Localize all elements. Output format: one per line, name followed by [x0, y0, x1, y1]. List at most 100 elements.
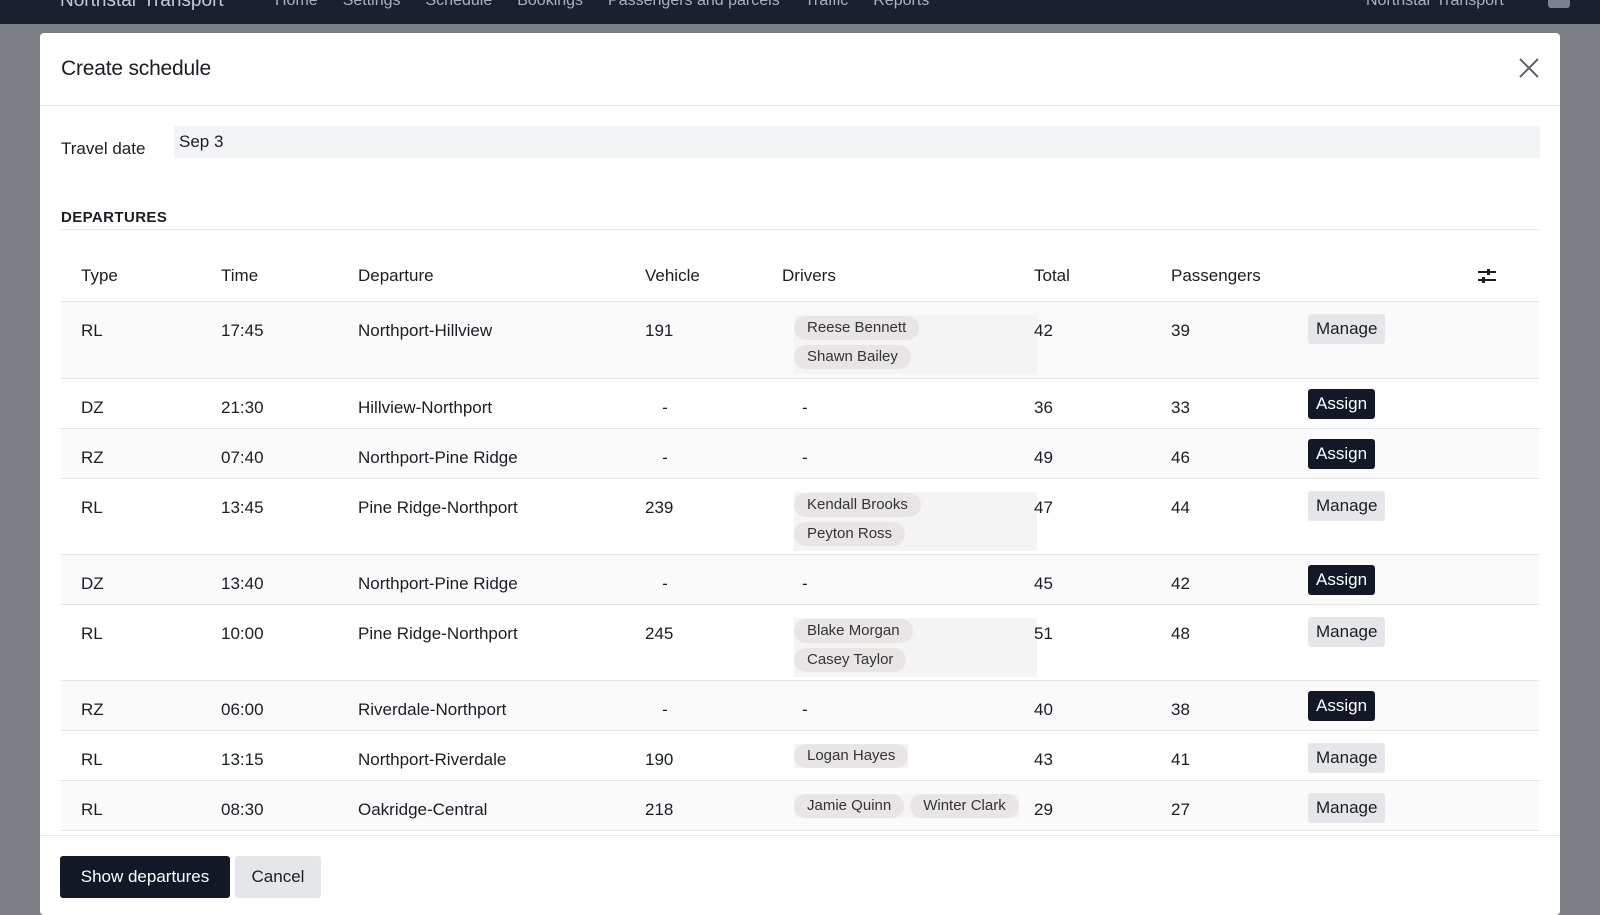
- table-row[interactable]: RZ 07:40 Northport-Pine Ridge - - 49 46 …: [61, 429, 1539, 479]
- cell-drivers: -: [802, 448, 808, 467]
- cell-type: DZ: [81, 398, 104, 417]
- cell-vehicle: 191: [645, 321, 674, 340]
- assign-button[interactable]: Assign: [1308, 691, 1376, 721]
- organization-name[interactable]: Northstar Transport: [1366, 0, 1504, 10]
- cell-type: RL: [81, 498, 103, 517]
- cell-total: 36: [1034, 398, 1053, 417]
- manage-button[interactable]: Manage: [1308, 314, 1386, 344]
- cell-time: 06:00: [221, 700, 264, 719]
- driver-chip: Jamie Quinn: [794, 794, 905, 818]
- column-header-type[interactable]: Type: [81, 266, 118, 286]
- close-icon[interactable]: [1518, 57, 1540, 79]
- cell-passengers: 42: [1171, 574, 1190, 593]
- table-row[interactable]: DZ 13:40 Northport-Pine Ridge - - 45 42 …: [61, 555, 1539, 605]
- cell-time: 13:15: [221, 750, 264, 769]
- driver-chip: Blake Morgan: [794, 619, 913, 643]
- manage-button[interactable]: Manage: [1308, 617, 1386, 647]
- column-header-departure[interactable]: Departure: [358, 266, 434, 286]
- cell-passengers: 33: [1171, 398, 1190, 417]
- cell-departure: Riverdale-Northport: [358, 700, 507, 719]
- table-row[interactable]: RL 17:45 Northport-Hillview 191 Reese Be…: [61, 302, 1539, 379]
- cell-drivers: -: [802, 700, 808, 719]
- column-header-drivers[interactable]: Drivers: [782, 266, 836, 286]
- travel-date-row: Travel date: [61, 126, 1540, 158]
- travel-date-input[interactable]: [174, 126, 1540, 158]
- table-row[interactable]: DZ 21:30 Hillview-Northport - - 36 33 As…: [61, 379, 1539, 429]
- cell-departure: Oakridge-Central: [358, 800, 488, 819]
- cell-passengers: 48: [1171, 624, 1190, 643]
- cell-passengers: 44: [1171, 498, 1190, 517]
- cell-drivers: Logan Hayes: [794, 744, 909, 768]
- nav-item-schedule[interactable]: Schedule: [426, 0, 493, 10]
- table-row[interactable]: RZ 06:00 Riverdale-Northport - - 40 38 A…: [61, 681, 1539, 731]
- table-row[interactable]: RL 13:45 Pine Ridge-Northport 239 Kendal…: [61, 479, 1539, 555]
- cell-time: 08:30: [221, 800, 264, 819]
- cell-total: 42: [1034, 321, 1053, 340]
- cell-type: DZ: [81, 574, 104, 593]
- sliders-icon[interactable]: [1476, 267, 1498, 285]
- modal-backdrop[interactable]: Create schedule Travel date DEPARTURES T…: [0, 24, 1600, 915]
- manage-button[interactable]: Manage: [1308, 793, 1386, 823]
- user-icon[interactable]: [1548, 0, 1570, 8]
- nav-item-passengers-and-parcels[interactable]: Passengers and parcels: [608, 0, 780, 10]
- nav-item-bookings[interactable]: Bookings: [517, 0, 583, 10]
- cell-time: 21:30: [221, 398, 264, 417]
- dialog-header: Create schedule: [40, 33, 1560, 106]
- cell-departure: Hillview-Northport: [358, 398, 493, 417]
- cell-passengers: 38: [1171, 700, 1190, 719]
- dialog-footer: Show departures Cancel: [40, 835, 1560, 915]
- driver-chip: Shawn Bailey: [794, 345, 911, 369]
- column-header-passengers[interactable]: Passengers: [1171, 266, 1261, 286]
- assign-button[interactable]: Assign: [1308, 565, 1376, 595]
- driver-chip: Casey Taylor: [794, 648, 907, 672]
- cell-time: 07:40: [221, 448, 264, 467]
- top-navigation-bar: Northstar Transport Home Settings Schedu…: [0, 0, 1600, 24]
- main-navigation: Home Settings Schedule Bookings Passenge…: [275, 0, 929, 10]
- dialog-title: Create schedule: [61, 57, 211, 80]
- manage-button[interactable]: Manage: [1308, 743, 1386, 773]
- cell-type: RL: [81, 321, 103, 340]
- table-row[interactable]: RL 13:15 Northport-Riverdale 190 Logan H…: [61, 731, 1539, 781]
- table-row[interactable]: RL 08:30 Oakridge-Central 218 Jamie Quin…: [61, 781, 1539, 831]
- cancel-button[interactable]: Cancel: [235, 856, 321, 898]
- driver-chip: Kendall Brooks: [794, 493, 921, 517]
- cell-vehicle: -: [662, 574, 668, 593]
- cell-vehicle: -: [662, 398, 668, 417]
- nav-item-reports[interactable]: Reports: [873, 0, 929, 10]
- nav-item-settings[interactable]: Settings: [343, 0, 401, 10]
- cell-departure: Pine Ridge-Northport: [358, 624, 518, 643]
- cell-vehicle: 218: [645, 800, 674, 819]
- assign-button[interactable]: Assign: [1308, 439, 1376, 469]
- travel-date-label: Travel date: [61, 139, 146, 158]
- cell-total: 47: [1034, 498, 1053, 517]
- cell-drivers: Kendall Brooks Peyton Ross: [794, 492, 1037, 551]
- column-header-total[interactable]: Total: [1034, 266, 1070, 286]
- departures-table: Type Time Departure Vehicle Drivers Tota…: [61, 251, 1539, 831]
- cell-time: 13:40: [221, 574, 264, 593]
- grid-icon[interactable]: [22, 0, 44, 6]
- assign-button[interactable]: Assign: [1308, 389, 1376, 419]
- column-header-time[interactable]: Time: [221, 266, 258, 286]
- cell-type: RZ: [81, 700, 104, 719]
- cell-total: 43: [1034, 750, 1053, 769]
- column-header-vehicle[interactable]: Vehicle: [645, 266, 700, 286]
- cell-vehicle: -: [662, 700, 668, 719]
- cell-vehicle: -: [662, 448, 668, 467]
- cell-vehicle: 239: [645, 498, 674, 517]
- cell-drivers: -: [802, 398, 808, 417]
- cell-passengers: 27: [1171, 800, 1190, 819]
- cell-total: 51: [1034, 624, 1053, 643]
- cell-passengers: 46: [1171, 448, 1190, 467]
- app-brand[interactable]: Northstar Transport: [60, 0, 224, 12]
- cell-time: 10:00: [221, 624, 264, 643]
- table-row[interactable]: RL 10:00 Pine Ridge-Northport 245 Blake …: [61, 605, 1539, 681]
- cell-time: 13:45: [221, 498, 264, 517]
- nav-item-traffic[interactable]: Traffic: [805, 0, 849, 10]
- cell-departure: Northport-Pine Ridge: [358, 574, 518, 593]
- nav-item-home[interactable]: Home: [275, 0, 318, 10]
- cell-vehicle: 245: [645, 624, 674, 643]
- cell-vehicle: 190: [645, 750, 674, 769]
- show-departures-button[interactable]: Show departures: [60, 856, 230, 898]
- manage-button[interactable]: Manage: [1308, 491, 1386, 521]
- cell-total: 29: [1034, 800, 1053, 819]
